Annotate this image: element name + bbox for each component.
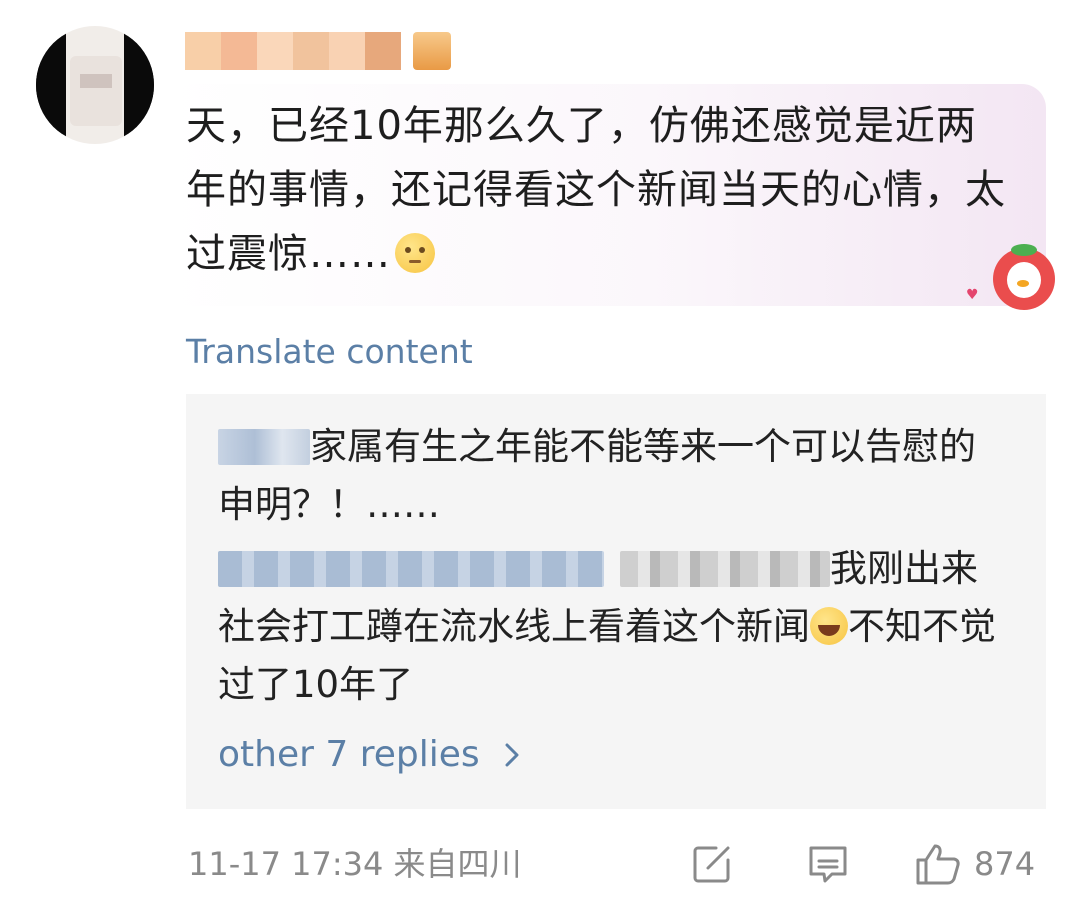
strawberry-sticker-icon (993, 244, 1055, 310)
translate-link[interactable]: Translate content (186, 330, 473, 374)
avatar[interactable] (36, 26, 154, 144)
comment-timestamp: 11-17 17:34 来自四川 (188, 845, 522, 883)
reply-username-redacted[interactable] (620, 551, 830, 587)
reply-username-redacted[interactable] (218, 551, 604, 587)
comment-button[interactable] (806, 842, 850, 886)
more-replies-label: other 7 replies (218, 734, 480, 775)
heart-icon: ♥ (966, 287, 979, 303)
like-button[interactable]: 874 (914, 842, 1035, 886)
reply-text: 家属有生之年能不能等来一个可以告慰的申明？！…… (218, 425, 976, 526)
comment-text[interactable]: 天，已经10年那么久了，仿佛还感觉是近两年的事情，还记得看这个新闻当天的心情，太… (186, 94, 1016, 286)
user-badge-icon (413, 32, 451, 70)
replies-panel: 家属有生之年能不能等来一个可以告慰的申明？！…… 我刚出来社会打工蹲在流水线上看… (186, 394, 1046, 809)
tears-of-joy-emoji-icon (810, 607, 848, 645)
share-edit-icon (693, 846, 730, 883)
thumbs-up-icon (916, 844, 960, 885)
pleading-face-emoji-icon (395, 233, 435, 273)
chevron-right-icon (505, 743, 519, 767)
reply-username-redacted[interactable] (218, 429, 310, 465)
reply-item[interactable]: 我刚出来社会打工蹲在流水线上看着这个新闻 不知不觉过了10年了 (218, 540, 1008, 714)
more-replies-link[interactable]: other 7 replies (218, 730, 523, 780)
username-redacted[interactable] (185, 32, 451, 70)
share-button[interactable] (690, 842, 734, 886)
reply-item[interactable]: 家属有生之年能不能等来一个可以告慰的申明？！…… (218, 418, 1008, 534)
like-count: 874 (974, 845, 1036, 883)
comment-icon (809, 846, 847, 883)
comment-body: 天，已经10年那么久了，仿佛还感觉是近两年的事情，还记得看这个新闻当天的心情，太… (186, 103, 1006, 277)
